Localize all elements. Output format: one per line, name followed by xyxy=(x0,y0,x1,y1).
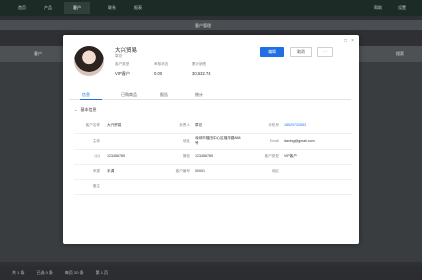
field-label: 备注 xyxy=(92,184,100,188)
field-value: 123456789 xyxy=(195,154,213,158)
status-bar: 共 1 条 已选 0 条 每页 20 条 第 1 页 xyxy=(0,266,422,280)
nav-item[interactable]: 产品 xyxy=(44,5,52,11)
tab-bar: 信息 已购商品 报告 统计 xyxy=(69,91,351,100)
active-tab-indicator xyxy=(80,99,102,100)
info-row: 客户名称 大兴贸易 负责人 章总 手机号 18529732653 xyxy=(74,119,352,134)
contact-name: 章总 xyxy=(115,54,123,58)
field-value: 123456789 xyxy=(107,154,125,158)
more-button[interactable]: ··· xyxy=(317,47,333,57)
section-basic-info[interactable]: ⌄ 基本信息 xyxy=(74,107,96,113)
top-navigation: 首页 产品 客户 联系 报表 帮助 设置 xyxy=(0,0,422,16)
field-label: QQ xyxy=(94,154,100,158)
stat-value: VIP客户 xyxy=(115,71,131,76)
nav-item[interactable]: 联系 xyxy=(108,5,116,11)
avatar xyxy=(74,46,104,76)
nav-help[interactable]: 帮助 xyxy=(374,5,382,11)
close-icon[interactable]: × xyxy=(351,38,354,44)
field-label: 客户编号 xyxy=(175,169,190,173)
customer-detail-modal: □ × 大兴贸易 章总 客户类型 VIP客户 审核状态 0.00 累计销售 30… xyxy=(63,35,359,244)
company-name: 大兴贸易 xyxy=(115,48,138,54)
info-row: 备注 xyxy=(74,180,352,195)
stat-total-sales: 累计销售 30,532.74 xyxy=(192,62,211,76)
stat-review-status: 审核状态 0.00 xyxy=(154,62,168,76)
stat-label: 审核状态 xyxy=(154,62,169,66)
section-title: 基本信息 xyxy=(80,107,97,112)
field-value: 00001 xyxy=(195,169,205,173)
field-label: 手机号 xyxy=(268,123,279,127)
stat-value: 30,532.74 xyxy=(192,71,211,76)
info-row: 主体 地址 深圳市福田中心区福华路888号 Email daxing@gmail… xyxy=(74,134,352,150)
field-value: VIP客户 xyxy=(284,154,297,158)
tab-info[interactable]: 信息 xyxy=(82,92,90,98)
field-value-email[interactable]: daxing@gmail.com xyxy=(284,139,315,144)
status-text[interactable]: 第 1 页 xyxy=(96,270,108,276)
window-controls: □ × xyxy=(344,38,354,44)
nav-item[interactable]: 报表 xyxy=(134,5,142,11)
nav-item-active[interactable]: 客户 xyxy=(64,2,90,14)
field-label: Email xyxy=(270,139,279,143)
tab-report[interactable]: 报告 xyxy=(160,92,168,98)
nav-settings[interactable]: 设置 xyxy=(398,5,406,11)
status-text[interactable]: 每页 20 条 xyxy=(65,270,84,276)
maximize-icon[interactable]: □ xyxy=(344,38,347,44)
stat-label: 累计销售 xyxy=(192,62,207,66)
chevron-down-icon: ⌄ xyxy=(74,107,78,112)
sub-bar: 客户管理 xyxy=(0,20,422,30)
field-value: 大兴贸易 xyxy=(107,123,122,127)
field-label: 地址 xyxy=(182,139,190,143)
stat-customer-type: 客户类型 VIP客户 xyxy=(115,62,130,77)
info-row: 来源 手调 客户编号 00001 地区 xyxy=(74,165,352,180)
field-label: 负责人 xyxy=(179,123,190,127)
field-value: 章总 xyxy=(195,123,203,127)
field-label: 主体 xyxy=(92,139,100,143)
field-value-phone[interactable]: 18529732653 xyxy=(284,123,306,128)
field-label: 客户类型 xyxy=(264,154,279,158)
field-value: 手调 xyxy=(107,169,115,173)
tab-statistics[interactable]: 统计 xyxy=(195,92,203,98)
field-label: 客户名称 xyxy=(85,123,100,127)
field-label: 来源 xyxy=(92,169,100,173)
field-label: 地区 xyxy=(271,169,279,173)
stat-label: 客户类型 xyxy=(115,62,130,66)
nav-item[interactable]: 首页 xyxy=(18,5,26,11)
field-value-address: 深圳市福田中心区福华路888号 xyxy=(195,136,241,145)
toolbar-label: 客户 xyxy=(34,51,42,56)
edit-button[interactable]: 编辑 xyxy=(260,47,284,57)
subbar-title: 客户管理 xyxy=(195,23,211,28)
status-text: 已选 0 条 xyxy=(36,270,53,275)
info-grid: 客户名称 大兴贸易 负责人 章总 手机号 18529732653 主体 地址 深… xyxy=(74,119,352,195)
status-text: 共 1 条 xyxy=(12,270,25,275)
toolbar-search[interactable]: 搜索 xyxy=(396,51,404,57)
stat-value: 0.00 xyxy=(154,71,163,76)
tab-purchased[interactable]: 已购商品 xyxy=(121,92,137,98)
cancel-button[interactable]: 取消 xyxy=(290,47,312,57)
info-row: QQ 123456789 微信 123456789 客户类型 VIP客户 xyxy=(74,150,352,165)
field-label: 微信 xyxy=(182,154,190,158)
